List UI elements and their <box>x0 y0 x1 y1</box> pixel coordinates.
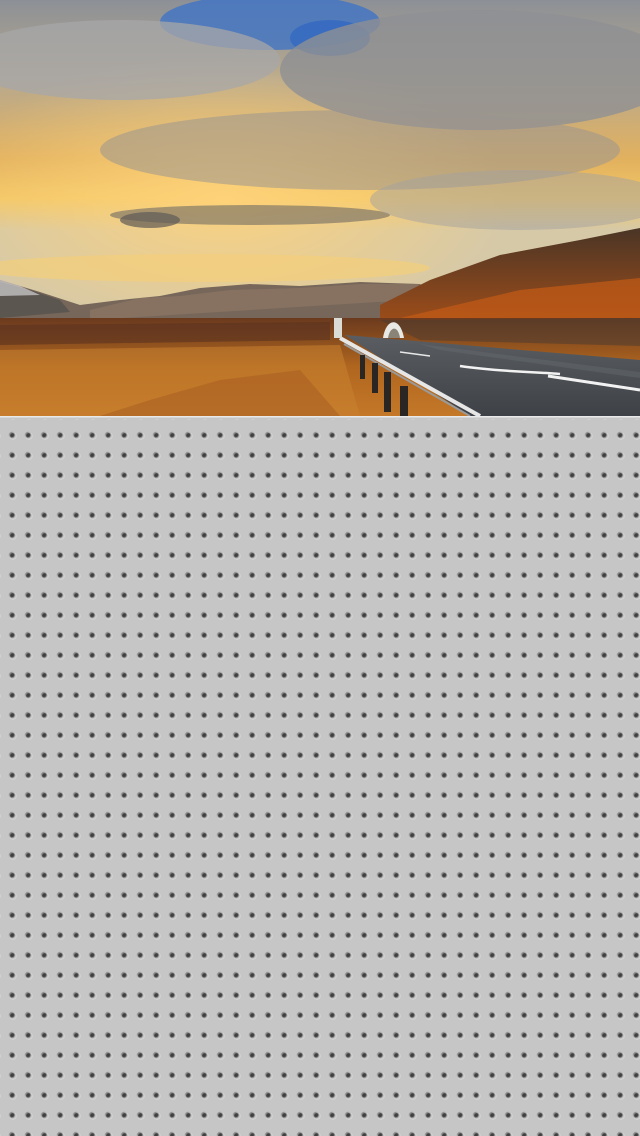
perforated-metal-panel <box>0 419 640 1136</box>
header-landscape-photo <box>0 0 640 416</box>
app-screen <box>0 0 640 1136</box>
